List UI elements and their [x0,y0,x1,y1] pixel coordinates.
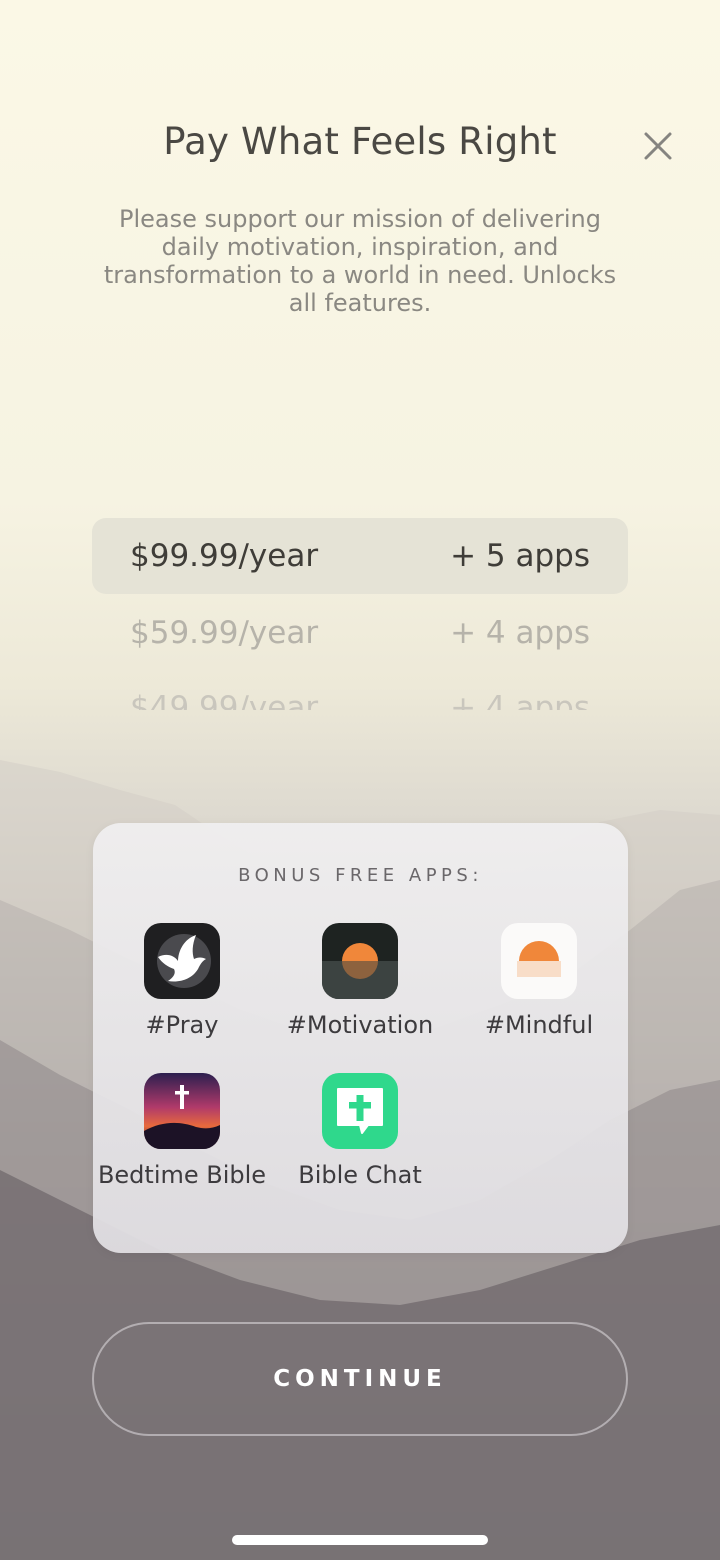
bonus-apps-card: BONUS FREE APPS: #Pray #Motivation #Mind… [93,823,628,1253]
price-option[interactable]: $49.99/year + 4 apps [92,670,628,710]
price-option-selected[interactable]: $99.99/year + 5 apps [92,518,628,594]
price-label: $99.99/year [130,538,319,574]
page-title: Pay What Feels Right [163,120,557,163]
bonus-app-bible-chat[interactable]: Bible Chat [271,1073,449,1189]
page-subtitle: Please support our mission of delivering… [103,205,617,317]
apps-label: + 4 apps [450,615,590,651]
cross-sunset-icon [144,1073,220,1149]
bonus-app-pray[interactable]: #Pray [93,923,271,1039]
close-icon [644,132,672,160]
bonus-apps-title: BONUS FREE APPS: [238,865,483,886]
app-label: #Mindful [484,1011,594,1039]
price-option[interactable]: $59.99/year + 4 apps [92,595,628,671]
sunset-icon [501,923,577,999]
price-label: $49.99/year [130,690,319,710]
app-label: #Pray [145,1011,219,1039]
bonus-app-mindful[interactable]: #Mindful [450,923,628,1039]
chat-cross-icon [322,1073,398,1149]
bonus-app-motivation[interactable]: #Motivation [271,923,449,1039]
sunrise-icon [322,923,398,999]
bonus-app-bedtime-bible[interactable]: Bedtime Bible [93,1073,271,1189]
close-button[interactable] [636,124,680,168]
app-label: Bible Chat [298,1161,422,1189]
price-label: $59.99/year [130,615,319,651]
dove-icon [144,923,220,999]
app-label: Bedtime Bible [97,1161,267,1189]
apps-label: + 5 apps [450,538,590,574]
paywall-screen: Pay What Feels Right Please support our … [0,0,720,1560]
continue-button[interactable]: CONTINUE [92,1322,628,1436]
price-picker[interactable]: $99.99/year + 5 apps $59.99/year + 4 app… [92,518,628,710]
home-indicator [232,1535,488,1545]
app-label: #Motivation [286,1011,434,1039]
apps-label: + 4 apps [450,690,590,710]
